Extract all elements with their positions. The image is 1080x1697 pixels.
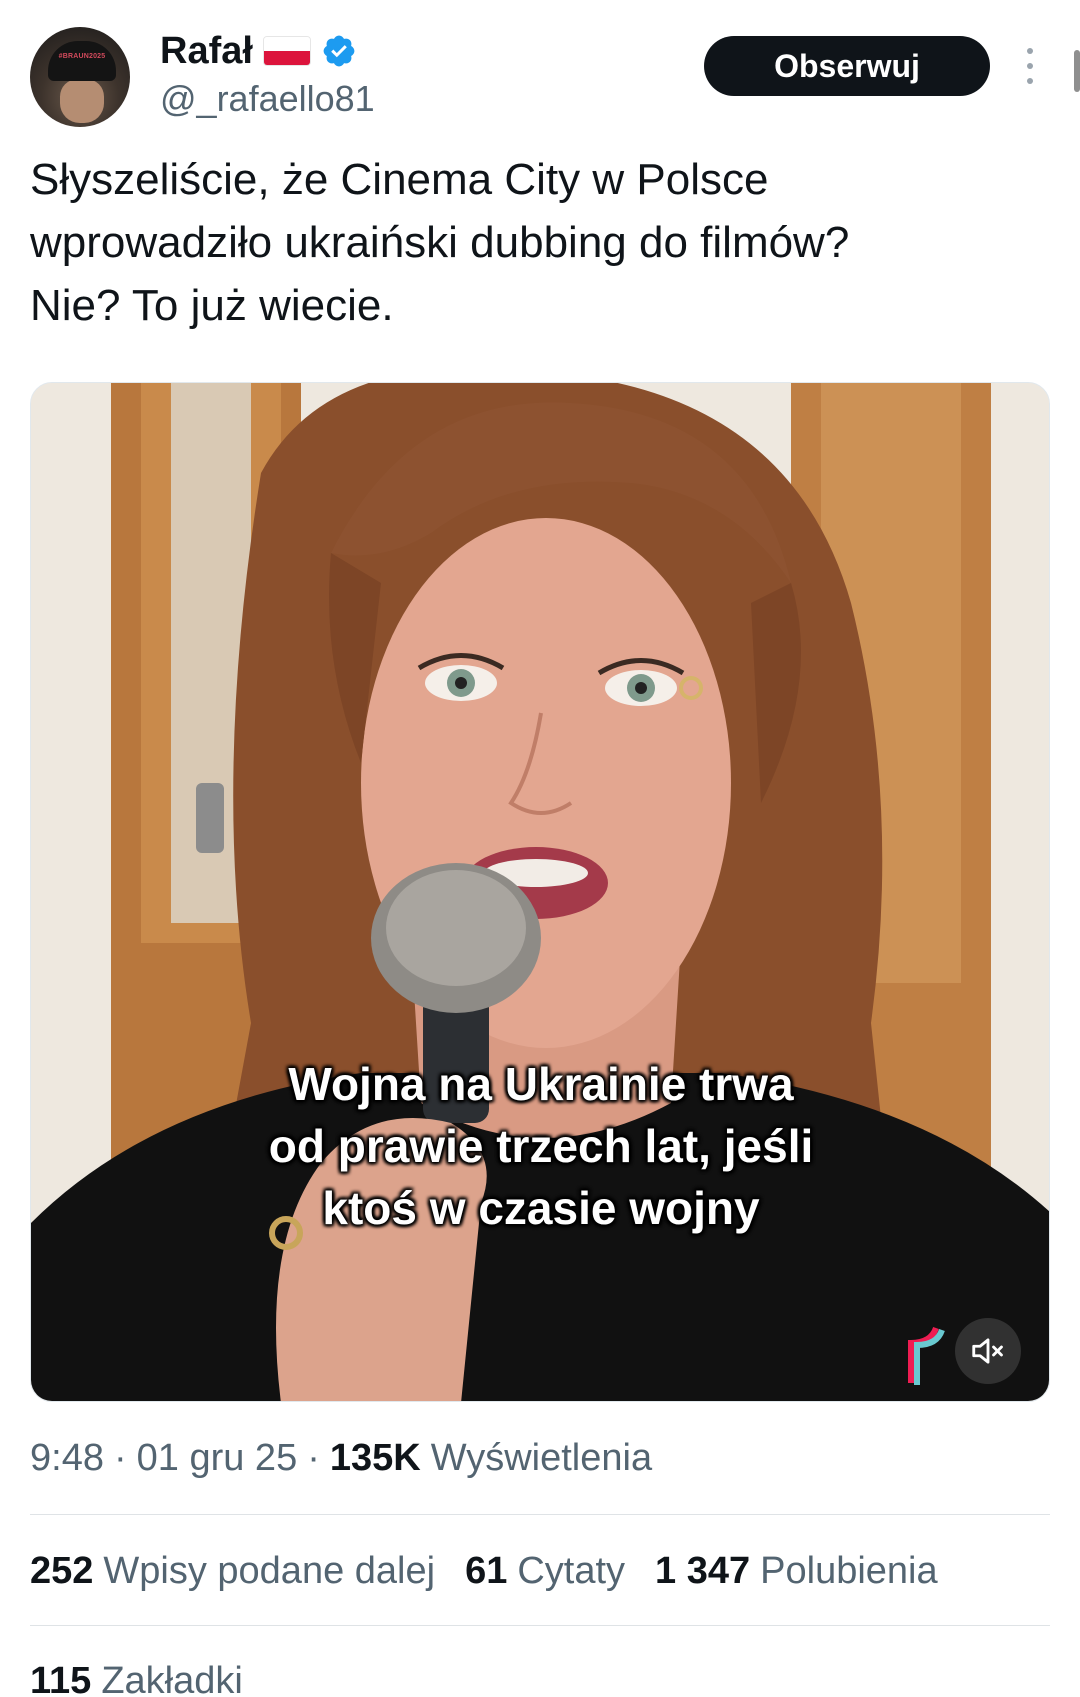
avatar-cap-text: #BRAUN2025 <box>58 53 106 60</box>
tweet-meta: 9:48 · 01 gru 25 · 135K Wyświetlenia <box>30 1437 652 1480</box>
mute-button[interactable] <box>955 1318 1021 1384</box>
views-count: 135K <box>329 1437 421 1479</box>
video-caption-line: Wojna na Ukrainie trwa <box>288 1058 794 1110</box>
author-name-row[interactable]: Rafał <box>160 28 357 74</box>
bookmarks-label: Zakładki <box>101 1660 243 1697</box>
quotes-stat[interactable]: 61 Cytaty <box>465 1550 625 1593</box>
tweet-text-line: Nie? To już wiecie. <box>30 281 394 330</box>
video-caption-line: ktoś w czasie wojny <box>322 1182 760 1234</box>
tweet-text-line: Słyszeliście, że Cinema City w Polsce <box>30 155 769 204</box>
poland-flag-icon <box>262 36 311 66</box>
video-caption: Wojna na Ukrainie trwa od prawie trzech … <box>151 1053 931 1239</box>
follow-button[interactable]: Obserwuj <box>704 36 990 96</box>
tweet-detail-page: #BRAUN2025 Rafał @_rafaello81 Obserwuj S… <box>0 0 1080 1697</box>
video-caption-line: od prawie trzech lat, jeśli <box>268 1120 814 1172</box>
likes-label: Polubienia <box>760 1550 938 1592</box>
speaker-muted-icon <box>972 1338 1003 1364</box>
avatar-face <box>60 79 104 123</box>
scroll-indicator <box>1074 50 1080 92</box>
quotes-label: Cytaty <box>517 1550 626 1592</box>
likes-stat[interactable]: 1 347 Polubienia <box>655 1550 938 1593</box>
tweet-date[interactable]: 01 gru 25 <box>137 1437 298 1480</box>
likes-count: 1 347 <box>655 1550 751 1592</box>
reposts-label: Wpisy podane dalej <box>103 1550 436 1592</box>
video-player[interactable]: Wojna na Ukrainie trwa od prawie trzech … <box>30 382 1050 1402</box>
more-vertical-icon[interactable] <box>1020 48 1040 84</box>
author-display-name[interactable]: Rafał <box>160 30 253 73</box>
quotes-count: 61 <box>465 1550 508 1592</box>
avatar[interactable]: #BRAUN2025 <box>30 27 130 127</box>
bookmarks-count: 115 <box>30 1660 92 1697</box>
bookmarks-stat[interactable]: 115 Zakładki <box>30 1660 243 1697</box>
tweet-time[interactable]: 9:48 <box>30 1437 104 1480</box>
tweet-text: Słyszeliście, że Cinema City w Polsce wp… <box>30 148 1040 337</box>
divider <box>30 1514 1050 1515</box>
engagement-stats: 252 Wpisy podane dalej 61 Cytaty 1 347 P… <box>30 1550 968 1593</box>
divider <box>30 1625 1050 1626</box>
verified-badge-icon <box>323 35 355 67</box>
views-label: Wyświetlenia <box>430 1437 653 1479</box>
meta-separator: · <box>113 1437 127 1479</box>
reposts-stat[interactable]: 252 Wpisy podane dalej <box>30 1550 435 1593</box>
meta-separator: · <box>307 1437 320 1479</box>
video-frame <box>31 383 1049 1401</box>
tweet-text-line: wprowadziło ukraiński dubbing do filmów? <box>30 218 850 267</box>
reposts-count: 252 <box>30 1550 94 1592</box>
author-handle[interactable]: @_rafaello81 <box>160 78 375 120</box>
